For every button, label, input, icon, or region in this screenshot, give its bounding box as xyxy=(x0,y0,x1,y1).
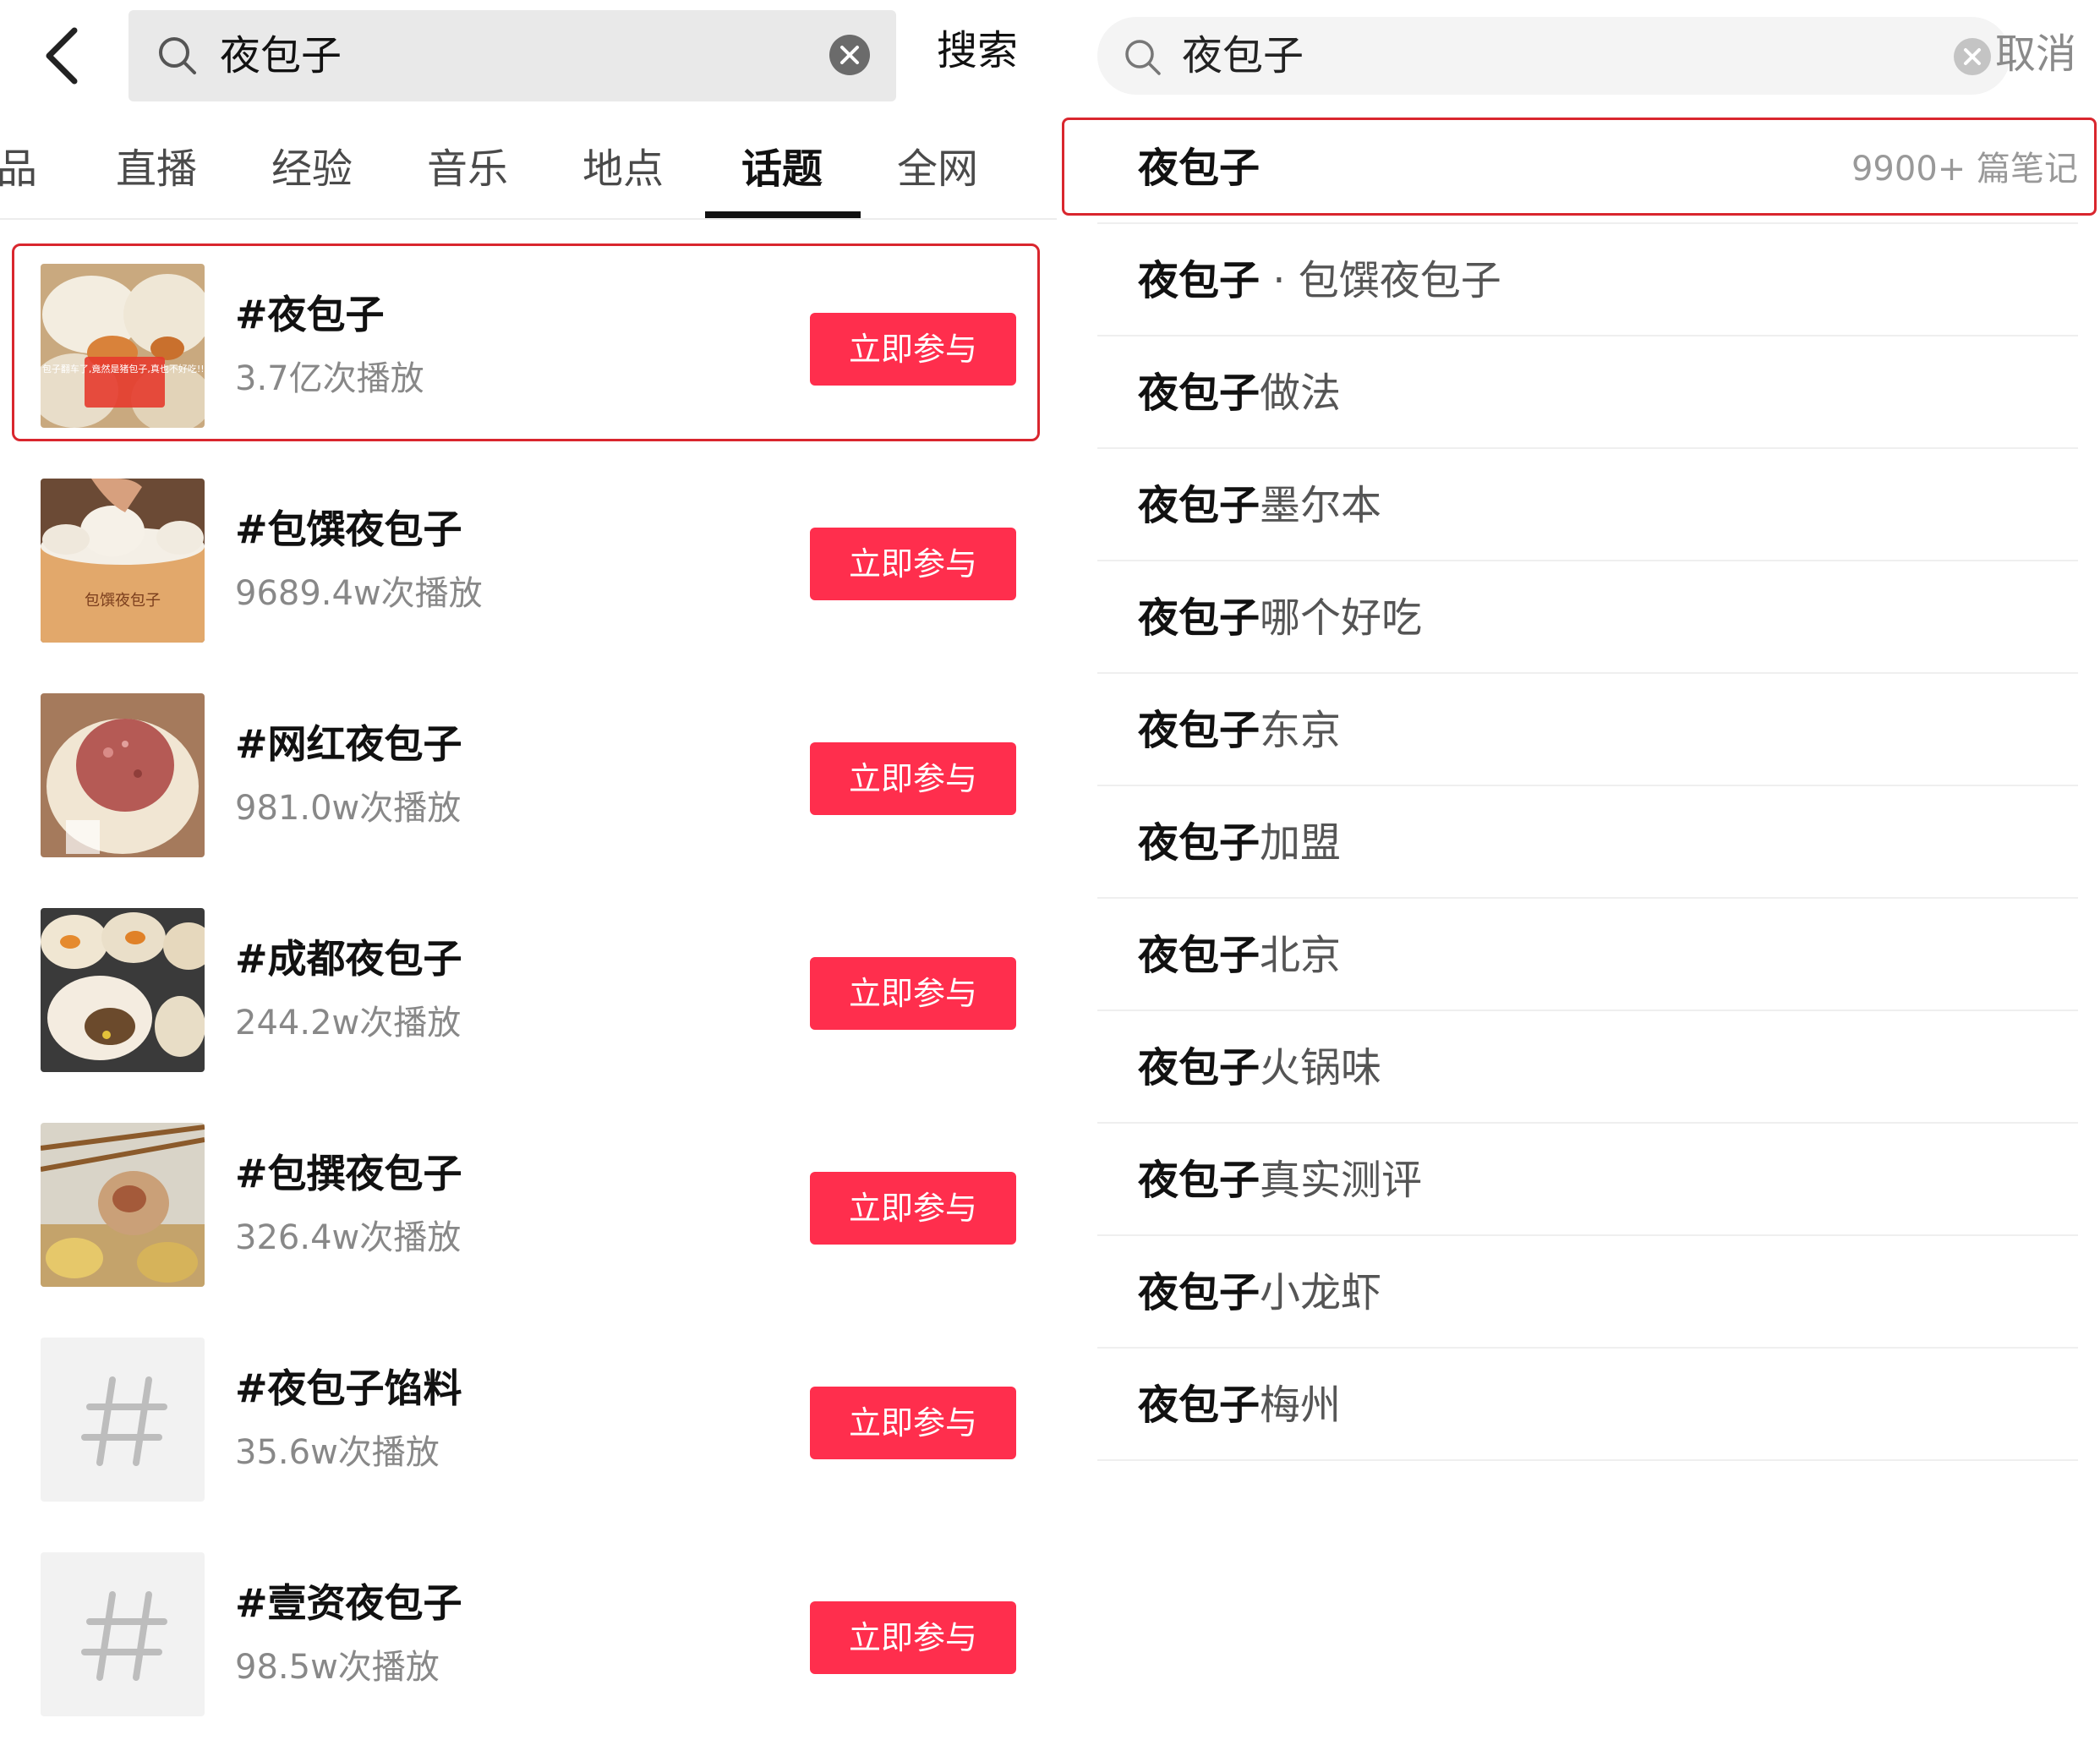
back-button[interactable] xyxy=(34,24,93,87)
topic-item[interactable]: 包馔夜包子 #包馔夜包子 9689.4w次播放 立即参与 xyxy=(0,453,1057,654)
category-tabs: 品 直播 经验 音乐 地点 话题 全网 xyxy=(0,135,1057,220)
tab-products[interactable]: 品 xyxy=(0,135,42,220)
suggestion-suffix: 加盟 xyxy=(1260,819,1342,867)
search-icon xyxy=(156,34,200,78)
back-arrow-icon xyxy=(46,27,78,85)
tab-experience[interactable]: 经验 xyxy=(257,135,367,220)
tab-music[interactable]: 音乐 xyxy=(413,135,522,220)
note-count: 9900+ 篇笔记 xyxy=(1851,150,2078,189)
tab-topics[interactable]: 话题 xyxy=(727,135,837,220)
suggestion-item[interactable]: 夜包子东京 xyxy=(1097,674,2078,786)
suggestion-query: 夜包子 xyxy=(1138,145,1261,192)
suggestion-item[interactable]: 夜包子做法 xyxy=(1097,337,2078,449)
join-button[interactable]: 立即参与 xyxy=(810,313,1016,386)
suggestion-item[interactable]: 夜包子哪个好吃 xyxy=(1097,561,2078,674)
search-field[interactable]: 夜包子 xyxy=(129,10,896,101)
thumbnail-overlay-text: 包馔夜包子 xyxy=(85,592,161,610)
topic-title: #夜包子馅料 xyxy=(235,1365,462,1411)
topic-thumbnail xyxy=(41,908,205,1072)
suggestion-query: 夜包子 xyxy=(1138,257,1261,304)
topic-play-count: 326.4w次播放 xyxy=(235,1218,462,1257)
topic-item[interactable]: 包子翻车了,竟然是猪包子,真也不好吃!!! #夜包子 3.7亿次播放 立即参与 xyxy=(0,238,1057,440)
hashtag-icon xyxy=(81,1376,167,1466)
clear-icon[interactable] xyxy=(1953,37,1992,76)
topic-title: #夜包子 xyxy=(235,292,385,337)
join-button[interactable]: 立即参与 xyxy=(810,742,1016,815)
topic-play-count: 9689.4w次播放 xyxy=(235,574,483,613)
topic-item[interactable]: #壹资夜包子 98.5w次播放 立即参与 xyxy=(0,1527,1057,1728)
suggestion-suffix: 小龙虾 xyxy=(1260,1269,1382,1316)
join-button[interactable]: 立即参与 xyxy=(810,1172,1016,1245)
search-icon xyxy=(1123,37,1163,78)
suggestion-item[interactable]: 夜包子真实测评 xyxy=(1097,1124,2078,1236)
suggestion-query: 夜包子 xyxy=(1138,1269,1261,1316)
topic-title: #包馔夜包子 xyxy=(235,506,462,552)
search-field[interactable]: 夜包子 xyxy=(1097,17,2010,95)
cancel-button[interactable]: 取消 xyxy=(1995,29,2076,79)
suggestion-suffix: 东京 xyxy=(1260,707,1342,754)
topic-search-panel: 夜包子 搜索 品 直播 经验 音乐 地点 话题 全网 包子翻车了,竟然是猪包子,… xyxy=(0,0,1057,1740)
suggestion-item[interactable]: 夜包子墨尔本 xyxy=(1097,449,2078,561)
search-button[interactable]: 搜索 xyxy=(937,25,1018,76)
topic-title: #成都夜包子 xyxy=(235,936,462,982)
suggestion-query: 夜包子 xyxy=(1138,1044,1261,1092)
hashtag-icon xyxy=(81,1591,167,1681)
topic-title: #壹资夜包子 xyxy=(235,1580,462,1626)
topic-thumbnail xyxy=(41,1123,205,1287)
join-button[interactable]: 立即参与 xyxy=(810,1601,1016,1674)
topic-play-count: 35.6w次播放 xyxy=(235,1433,440,1472)
tab-places[interactable]: 地点 xyxy=(568,135,678,220)
join-button[interactable]: 立即参与 xyxy=(810,1387,1016,1459)
topic-item[interactable]: #成都夜包子 244.2w次播放 立即参与 xyxy=(0,883,1057,1084)
suggestion-item[interactable]: 夜包子火锅味 xyxy=(1097,1011,2078,1124)
topic-thumbnail xyxy=(41,693,205,857)
suggestion-suffix: 做法 xyxy=(1260,369,1342,417)
suggestion-suffix: · 包馔夜包子 xyxy=(1260,257,1501,304)
topic-item[interactable]: #网红夜包子 981.0w次播放 立即参与 xyxy=(0,668,1057,869)
topic-title: #包撰夜包子 xyxy=(235,1151,462,1196)
suggestion-query: 夜包子 xyxy=(1138,707,1261,754)
suggestion-item[interactable]: 夜包子加盟 xyxy=(1097,786,2078,899)
topic-thumbnail xyxy=(41,1552,205,1716)
suggestion-item[interactable]: 夜包子北京 xyxy=(1097,899,2078,1011)
suggestion-suffix: 梅州 xyxy=(1260,1382,1342,1429)
suggestion-query: 夜包子 xyxy=(1138,1157,1261,1204)
suggestion-query: 夜包子 xyxy=(1138,482,1261,529)
suggestion-query: 夜包子 xyxy=(1138,369,1261,417)
suggestion-panel: 夜包子 取消 夜包子 9900+ 篇笔记 夜包子 · 包馔夜包子 夜包子做法 夜… xyxy=(1057,0,2100,1740)
topic-play-count: 98.5w次播放 xyxy=(235,1648,440,1687)
topic-play-count: 981.0w次播放 xyxy=(235,789,462,828)
suggestion-query: 夜包子 xyxy=(1138,594,1261,642)
search-query[interactable]: 夜包子 xyxy=(1182,30,1304,81)
topic-thumbnail xyxy=(41,1338,205,1502)
suggestion-suffix: 哪个好吃 xyxy=(1260,594,1423,642)
suggestion-suffix: 火锅味 xyxy=(1260,1044,1382,1092)
active-tab-indicator xyxy=(705,211,861,218)
thumbnail-overlay-text: 包子翻车了,竟然是猪包子,真也不好吃!!! xyxy=(42,363,205,375)
suggestion-item[interactable]: 夜包子梅州 xyxy=(1097,1349,2078,1461)
suggestion-item[interactable]: 夜包子 9900+ 篇笔记 xyxy=(1097,112,2078,224)
tab-all-web[interactable]: 全网 xyxy=(883,135,993,220)
topic-thumbnail: 包馔夜包子 xyxy=(41,479,205,643)
clear-icon[interactable] xyxy=(829,34,871,76)
topic-item[interactable]: #夜包子馅料 35.6w次播放 立即参与 xyxy=(0,1312,1057,1513)
topic-title: #网红夜包子 xyxy=(235,721,462,767)
suggestion-suffix: 真实测评 xyxy=(1260,1157,1423,1204)
suggestion-item[interactable]: 夜包子 · 包馔夜包子 xyxy=(1097,224,2078,337)
suggestion-item[interactable]: 夜包子小龙虾 xyxy=(1097,1236,2078,1349)
topic-play-count: 3.7亿次播放 xyxy=(235,359,424,398)
search-query[interactable]: 夜包子 xyxy=(220,30,342,81)
suggestion-query: 夜包子 xyxy=(1138,1382,1261,1429)
suggestion-query: 夜包子 xyxy=(1138,932,1261,979)
topic-item[interactable]: #包撰夜包子 326.4w次播放 立即参与 xyxy=(0,1097,1057,1299)
divider xyxy=(0,218,1057,220)
suggestion-suffix: 墨尔本 xyxy=(1260,482,1382,529)
suggestion-suffix: 北京 xyxy=(1260,932,1342,979)
topic-thumbnail: 包子翻车了,竟然是猪包子,真也不好吃!!! xyxy=(41,264,205,428)
suggestion-query: 夜包子 xyxy=(1138,819,1261,867)
join-button[interactable]: 立即参与 xyxy=(810,528,1016,600)
join-button[interactable]: 立即参与 xyxy=(810,957,1016,1030)
tab-live[interactable]: 直播 xyxy=(101,135,211,220)
topic-play-count: 244.2w次播放 xyxy=(235,1004,462,1042)
